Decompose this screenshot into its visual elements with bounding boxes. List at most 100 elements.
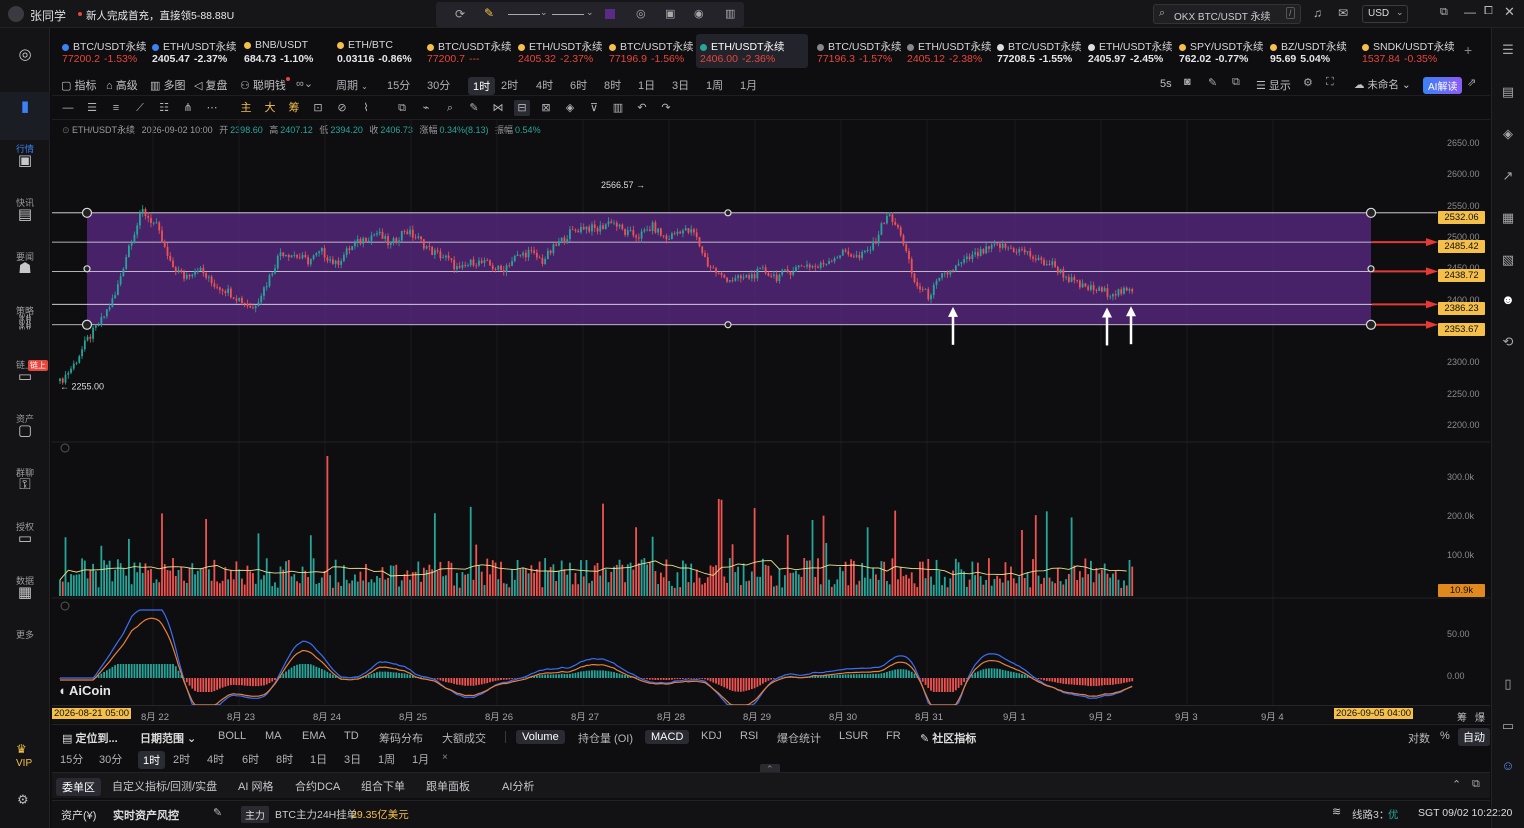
ticker-tab[interactable]: SNDK/USDT永续 1537.84 -0.35% xyxy=(1358,34,1455,68)
lock-icon[interactable]: ⊟ xyxy=(514,100,530,116)
log-toggle[interactable]: 对数 xyxy=(1408,730,1430,746)
share-icon[interactable]: ⇗ xyxy=(1467,76,1476,89)
box-handle[interactable] xyxy=(83,265,91,273)
main-indicator-0[interactable]: BOLL xyxy=(218,730,246,742)
timeframe-8[interactable]: 3日 xyxy=(672,77,689,93)
drawtool-1[interactable]: 大 xyxy=(262,100,278,116)
layout-icon[interactable]: ▭ xyxy=(1500,718,1516,734)
copy-icon[interactable]: ⧉ xyxy=(394,100,410,116)
hline-icon[interactable]: ☰ xyxy=(84,100,100,116)
quick-timeframe-8[interactable]: 3日 xyxy=(344,751,361,767)
ticker-tab[interactable]: BTC/USDT永续 77196.3 -1.57% xyxy=(813,34,902,68)
link-icon[interactable]: ⌁ xyxy=(418,100,434,116)
sub-indicator-1[interactable]: 持仓量 (OI) xyxy=(578,730,633,746)
sub-indicator-3[interactable]: KDJ xyxy=(701,730,722,742)
chevron-down-icon[interactable]: ⌄ xyxy=(586,7,594,18)
quick-timeframe-0[interactable]: 15分 xyxy=(60,751,83,767)
bottom-tab-1[interactable]: 自定义指标/回测/实盘 xyxy=(112,778,217,794)
quick-timeframe-3[interactable]: 2时 xyxy=(173,751,190,767)
coin-icon[interactable]: ◈ xyxy=(1500,126,1516,142)
line-icon[interactable]: ― xyxy=(60,100,76,116)
timeframe-9[interactable]: 1周 xyxy=(706,77,723,93)
timeframe-10[interactable]: 1月 xyxy=(740,77,757,93)
layers-icon[interactable]: ◈ xyxy=(562,100,578,116)
main-indicator-1[interactable]: MA xyxy=(265,730,282,742)
lock-icon[interactable]: ▣ xyxy=(665,7,675,20)
main-force-ticker[interactable]: BTC主力24H挂单 xyxy=(275,807,357,822)
nav-item-0[interactable]: ◎首页 xyxy=(0,40,50,102)
timeframe-0[interactable]: 15分 xyxy=(387,77,410,93)
timeframe-5[interactable]: 6时 xyxy=(570,77,587,93)
ticker-tab[interactable]: ETH/USDT永续 2405.12 -2.38% xyxy=(903,34,992,68)
timeframe-3[interactable]: 2时 xyxy=(501,77,518,93)
chevron-down-icon[interactable]: ⌄ xyxy=(540,7,548,18)
quick-timeframe-7[interactable]: 1日 xyxy=(310,751,327,767)
bell-icon[interactable]: ♫ xyxy=(1313,6,1322,20)
parallel-icon[interactable]: ⋔ xyxy=(180,100,196,116)
layout-name-select[interactable]: ☁ 未命名 ⌄ xyxy=(1354,77,1411,92)
display-button[interactable]: ☰ 显示 xyxy=(1256,77,1291,93)
line-style-select[interactable] xyxy=(508,14,540,15)
ticker-tab[interactable]: SPY/USDT永续 762.02 -0.77% xyxy=(1175,34,1264,68)
fib-icon[interactable]: ☷ xyxy=(156,100,172,116)
ticker-tab[interactable]: BTC/USDT永续 77200.7 --- xyxy=(423,34,512,68)
main-indicator-3[interactable]: TD xyxy=(344,730,359,742)
quick-timeframe-10[interactable]: 1月 xyxy=(412,751,429,767)
close-icon[interactable]: ✕ xyxy=(1504,4,1515,20)
magnet-icon[interactable]: ⋈ xyxy=(490,100,506,116)
assets-label[interactable]: 资产(¥) xyxy=(61,807,96,823)
volume-panel-toggle-icon[interactable] xyxy=(60,443,70,453)
robot-icon[interactable]: ☻ xyxy=(1500,292,1516,308)
vip-label[interactable]: VIP xyxy=(16,758,32,769)
ticker-tab[interactable]: BZ/USDT永续 95.69 5.04% xyxy=(1266,34,1354,68)
search-box[interactable]: ⌕ OKX BTC/USDT 永续 / xyxy=(1153,4,1301,24)
minimize-icon[interactable]: — xyxy=(1464,5,1476,19)
bottom-tab-3[interactable]: 合约DCA xyxy=(295,778,340,794)
locate-button[interactable]: ▤ 定位到... xyxy=(62,730,118,746)
collapse-up-icon[interactable]: ⌃ xyxy=(1452,778,1461,791)
bottom-tab-4[interactable]: 组合下单 xyxy=(361,778,405,794)
drawtool-0[interactable]: 主 xyxy=(238,100,254,116)
filter-icon[interactable]: ⊽ xyxy=(586,100,602,116)
box-handle[interactable] xyxy=(724,209,732,217)
link-dropdown-icon[interactable]: ∞⌄ xyxy=(296,77,313,90)
currency-select[interactable]: USD ⌄ xyxy=(1362,5,1408,23)
popout-icon[interactable]: ⧉ xyxy=(1472,778,1480,791)
sub-indicator-6[interactable]: LSUR xyxy=(839,730,868,742)
camera-icon[interactable]: ◙ xyxy=(1184,76,1191,88)
trash-icon[interactable]: ▥ xyxy=(725,7,735,20)
zoom-icon[interactable]: ⌕ xyxy=(442,100,458,116)
multi-chart-button[interactable]: ▥ 多图 xyxy=(150,77,185,93)
nav-item-6[interactable]: ▭ 资产 链上 xyxy=(0,360,50,424)
more-icon[interactable]: ⋯ xyxy=(204,100,220,116)
quick-timeframe-6[interactable]: 8时 xyxy=(276,751,293,767)
sub-indicator-7[interactable]: FR xyxy=(886,730,901,742)
timeframe-1[interactable]: 30分 xyxy=(427,77,450,93)
target-icon[interactable]: ◎ xyxy=(636,7,646,20)
refresh-icon[interactable]: ⟳ xyxy=(455,7,465,21)
ticker-tab[interactable]: BTC/USDT永续 77208.5 -1.55% xyxy=(993,34,1082,68)
community-indicator-button[interactable]: ✎ 社区指标 xyxy=(920,730,976,746)
quick-timeframe-2[interactable]: 1时 xyxy=(138,751,166,769)
smart-money-button[interactable]: ⚇ 聪明钱 xyxy=(240,77,286,93)
redo-icon[interactable]: ↷ xyxy=(658,100,674,116)
range-box[interactable] xyxy=(87,212,1371,325)
settings-icon[interactable]: ⚙ xyxy=(1303,76,1313,89)
ai-interpret-button[interactable]: AI解读 xyxy=(1423,77,1463,94)
nav-item-1[interactable]: ▮ 行情 xyxy=(0,92,50,154)
replay-button[interactable]: ◁ 复盘 xyxy=(194,77,228,93)
ticker-tab[interactable]: ETH/BTC 0.03116 -0.86% xyxy=(333,34,421,68)
quick-timeframe-9[interactable]: 1周 xyxy=(378,751,395,767)
liquidation-icon-label[interactable]: 爆 xyxy=(1475,709,1485,724)
advanced-button[interactable]: ⌂ 高级 xyxy=(106,77,138,93)
indicator-button[interactable]: ▢ 指标 xyxy=(61,77,96,93)
timeframe-2[interactable]: 1时 xyxy=(468,77,496,95)
bottom-tab-5[interactable]: 跟单面板 xyxy=(426,778,470,794)
box-handle[interactable] xyxy=(1367,265,1375,273)
quick-timeframe-5[interactable]: 6时 xyxy=(242,751,259,767)
nav-item-9[interactable]: ▭ 数据 xyxy=(0,524,50,586)
nav-item-8[interactable]: ⚿ 授权 xyxy=(0,470,50,532)
bottom-tab-2[interactable]: AI 网格 xyxy=(238,778,273,794)
trash-icon[interactable]: ▥ xyxy=(610,100,626,116)
nav-item-5[interactable]: ⛓ 链上 xyxy=(0,308,50,370)
